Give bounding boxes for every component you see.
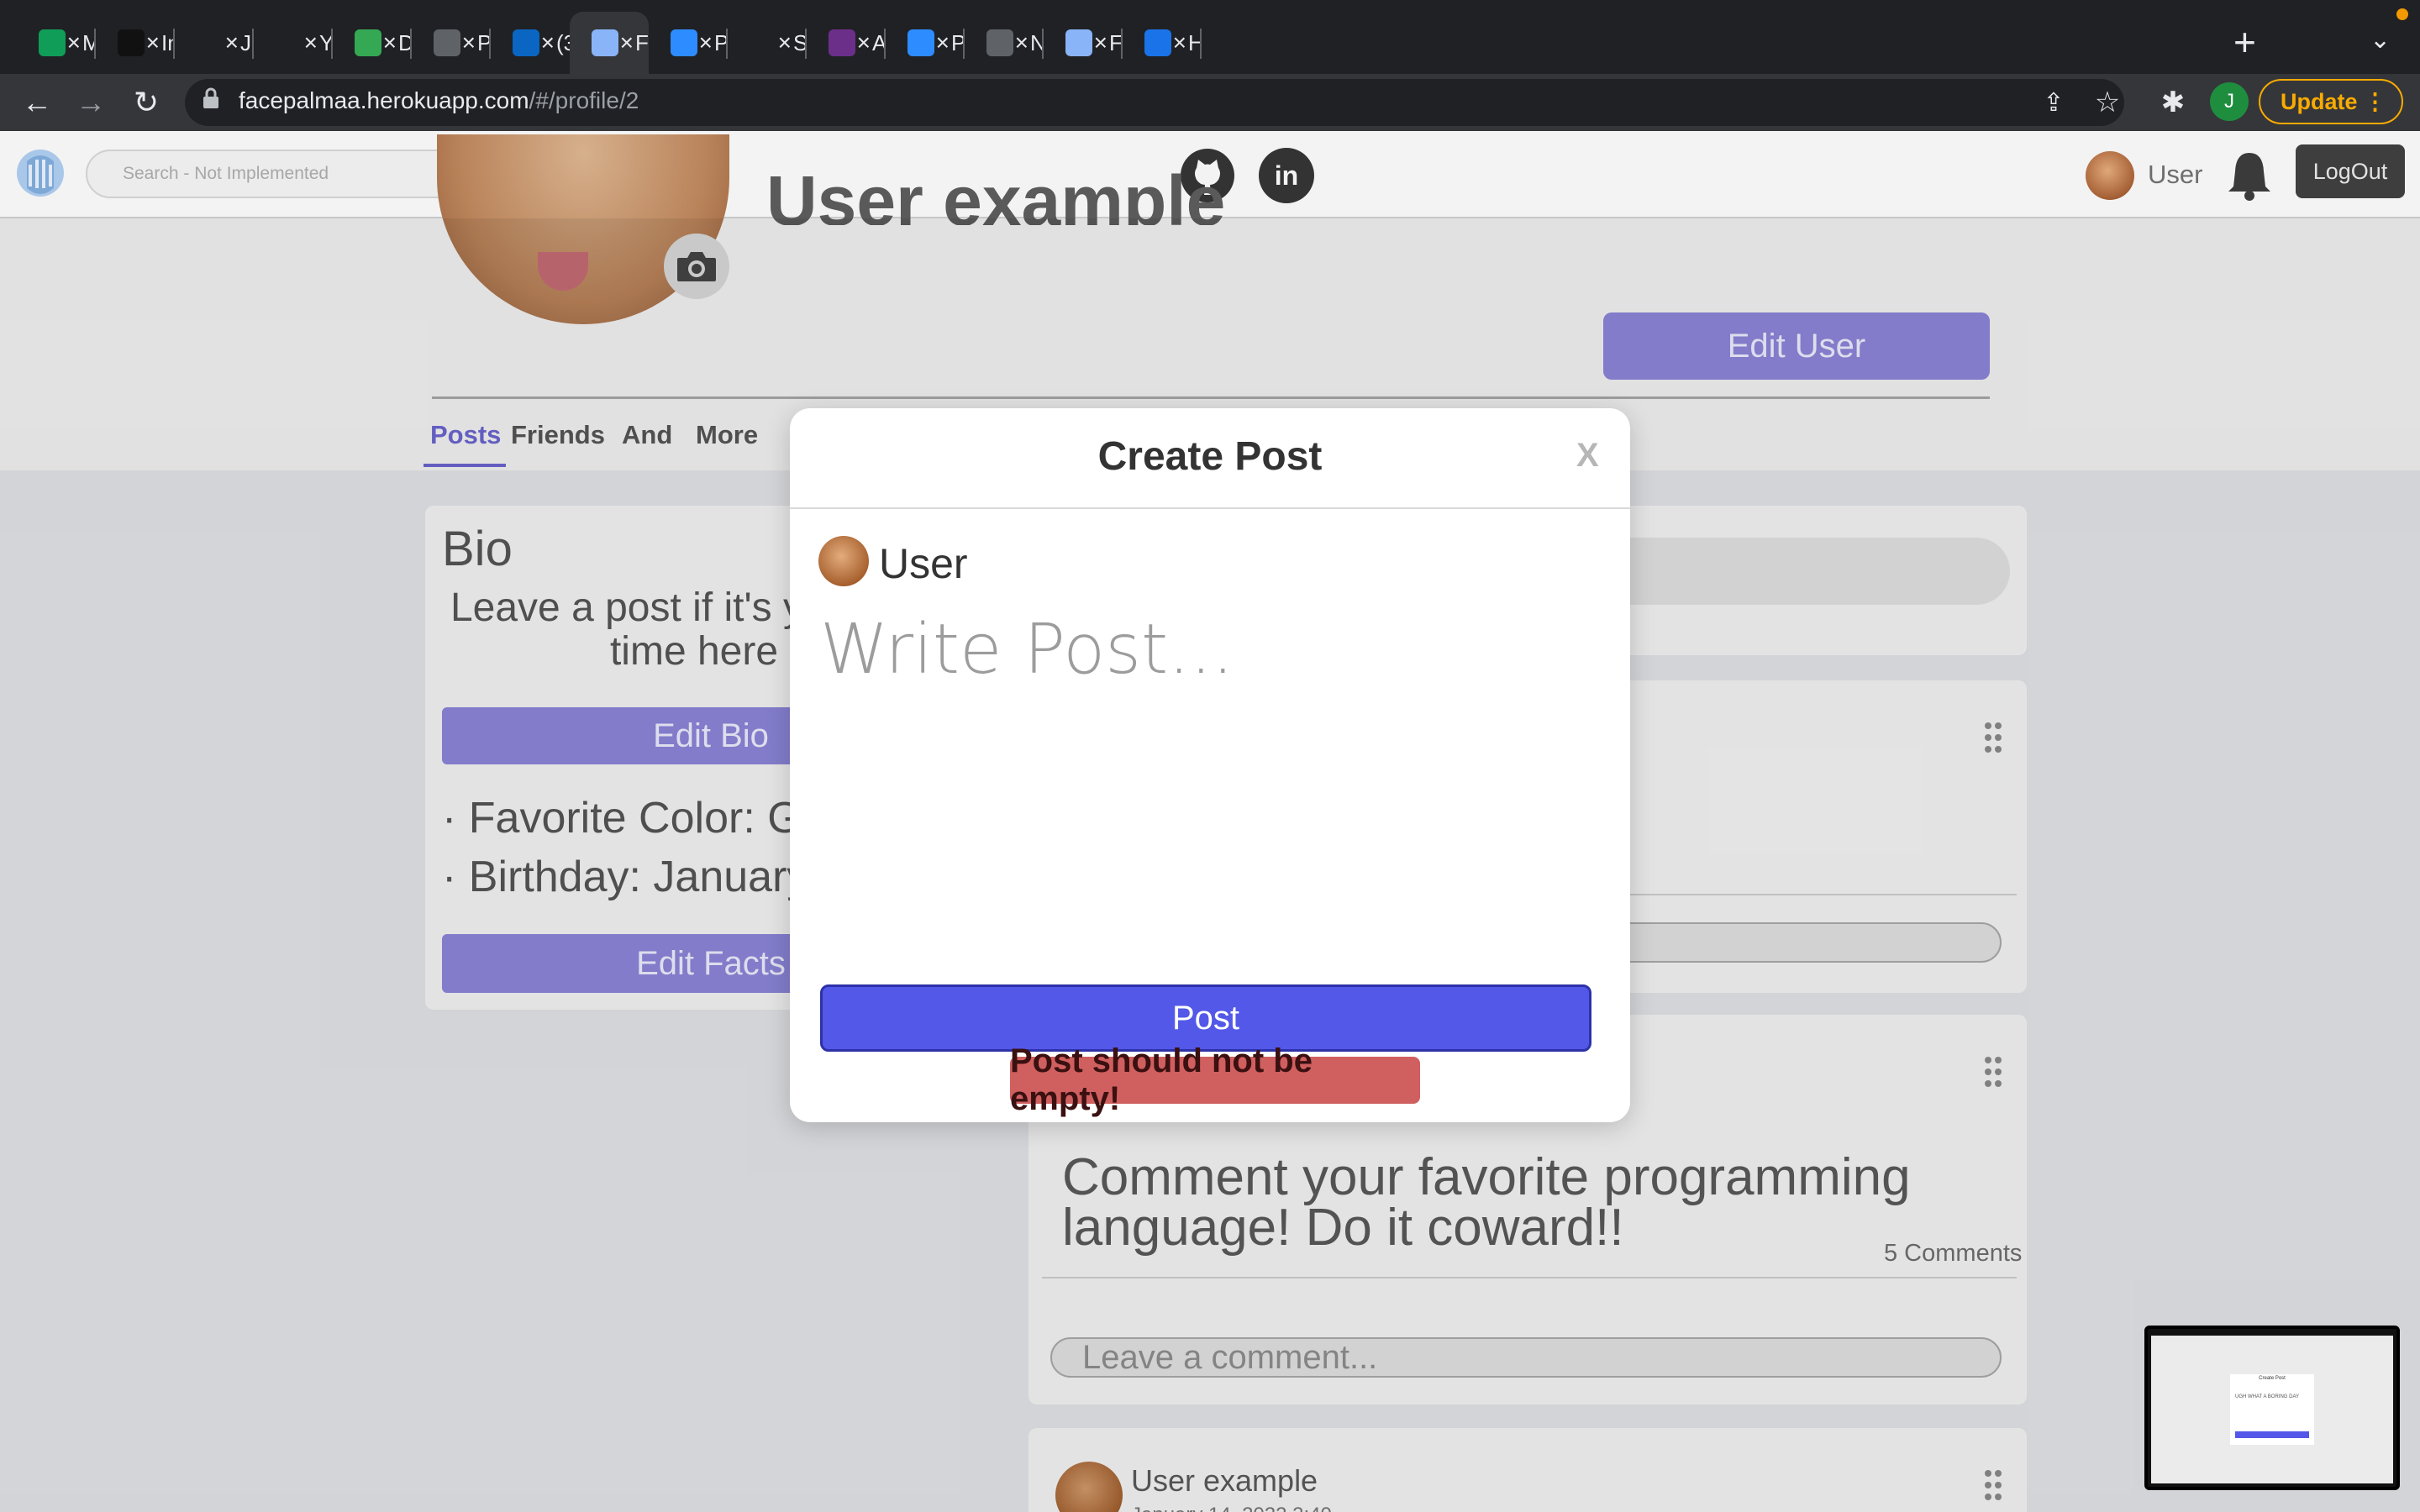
thumbnail-post-button <box>2235 1431 2309 1438</box>
browser-tab[interactable]: Josh× <box>175 12 254 74</box>
zoom-icon <box>908 29 934 56</box>
user-avatar[interactable] <box>2086 151 2134 200</box>
error-message: Post should not be empty! <box>1010 1042 1420 1117</box>
facepalm-logo-icon[interactable] <box>15 144 67 205</box>
kebab-menu-icon: ⋮ <box>2364 88 2386 114</box>
thumbnail-modal-title: Create Post <box>2259 1376 2286 1381</box>
update-button[interactable]: Update ⋮ <box>2259 79 2403 124</box>
post-submit-button[interactable]: Post <box>820 984 1591 1052</box>
chrome-icon <box>986 29 1013 56</box>
tab-close-icon[interactable]: × <box>304 29 318 57</box>
facepalm-icon <box>1065 29 1092 56</box>
tab-close-icon[interactable]: × <box>67 29 81 57</box>
browser-tab[interactable]: Para× <box>412 12 491 74</box>
share-icon[interactable]: ⇪ <box>2032 81 2075 124</box>
linkedin-icon <box>513 29 539 56</box>
browser-tab[interactable]: Inter× <box>96 12 175 74</box>
modal-divider <box>790 507 1630 509</box>
browser-tab[interactable]: Alte× <box>807 12 886 74</box>
tab-title: (3) J <box>556 29 570 55</box>
tab-close-icon[interactable]: × <box>778 29 792 57</box>
bookmark-star-icon[interactable]: ☆ <box>2086 81 2129 124</box>
tab-close-icon[interactable]: × <box>462 29 476 57</box>
shield-icon <box>355 29 381 56</box>
y-icon <box>276 29 302 56</box>
tab-close-icon[interactable]: × <box>146 29 160 57</box>
tab-close-icon[interactable]: × <box>1173 29 1186 57</box>
tab-close-icon[interactable]: × <box>225 29 239 57</box>
altera-icon <box>829 29 855 56</box>
forward-arrow-icon[interactable]: → <box>69 81 113 124</box>
browser-tab[interactable]: Yisra× <box>254 12 333 74</box>
spiral-icon <box>118 29 145 56</box>
tab-close-icon[interactable]: × <box>383 29 397 57</box>
tab-close-icon[interactable]: × <box>541 29 555 57</box>
browser-tab[interactable]: (3) J× <box>491 12 570 74</box>
tab-close-icon[interactable]: × <box>936 29 950 57</box>
profile-avatar[interactable]: J <box>2210 82 2249 121</box>
linkedin-icon[interactable]: in <box>1259 148 1314 203</box>
google-sheets-icon <box>39 29 66 56</box>
reload-icon[interactable]: ↻ <box>124 81 168 124</box>
lock-icon[interactable] <box>202 87 220 115</box>
facepalm-icon <box>592 29 618 56</box>
globe-icon <box>434 29 460 56</box>
tab-search-chevron-icon[interactable]: ⌄ <box>2370 25 2391 55</box>
modal-title: Create Post <box>1097 434 1323 479</box>
swirl-icon <box>1144 29 1171 56</box>
tab-close-icon[interactable]: × <box>1094 29 1107 57</box>
zoom-icon <box>671 29 697 56</box>
close-icon[interactable]: X <box>1576 437 1599 475</box>
browser-tab[interactable]: Face× <box>570 12 649 74</box>
url-path: /#/profile/2 <box>529 87 639 113</box>
update-label: Update <box>2281 88 2358 114</box>
url-text[interactable]: facepalmaa.herokuapp.com/#/profile/2 <box>239 87 639 114</box>
browser-tab[interactable]: Shu× <box>728 12 807 74</box>
hand-peace-icon <box>197 29 224 56</box>
browser-tab[interactable]: Post× <box>649 12 728 74</box>
back-arrow-icon[interactable]: ← <box>15 81 59 124</box>
modal-user-label: User <box>879 540 968 587</box>
thumbnail-modal-text: UGH WHAT A BORING DAY <box>2235 1394 2300 1399</box>
url-host: facepalmaa.herokuapp.com <box>239 87 529 113</box>
tab-close-icon[interactable]: × <box>857 29 871 57</box>
browser-tab[interactable]: DEV× <box>333 12 412 74</box>
browser-tab[interactable]: Face× <box>1044 12 1123 74</box>
nav-user-label[interactable]: User <box>2148 160 2202 190</box>
new-tab-button[interactable]: + <box>2233 20 2256 64</box>
github-icon <box>750 29 776 56</box>
modal-user-avatar <box>818 536 869 586</box>
notification-dot <box>2396 8 2408 20</box>
browser-tab[interactable]: Men× <box>17 12 96 74</box>
browser-tab[interactable]: New× <box>965 12 1044 74</box>
post-textarea[interactable] <box>820 610 1593 946</box>
logout-button[interactable]: LogOut <box>2296 144 2405 198</box>
extensions-puzzle-icon[interactable]: ✱ <box>2151 81 2195 124</box>
tab-close-icon[interactable]: × <box>699 29 713 57</box>
profile-name: User example <box>766 165 1226 225</box>
browser-tab[interactable]: How× <box>1123 12 1202 74</box>
tab-separator <box>1200 29 1202 59</box>
bell-icon[interactable] <box>2223 148 2275 202</box>
tab-title: Face <box>635 29 649 55</box>
tab-close-icon[interactable]: × <box>1015 29 1028 57</box>
browser-tab[interactable]: Post× <box>886 12 965 74</box>
tab-close-icon[interactable]: × <box>620 29 634 57</box>
